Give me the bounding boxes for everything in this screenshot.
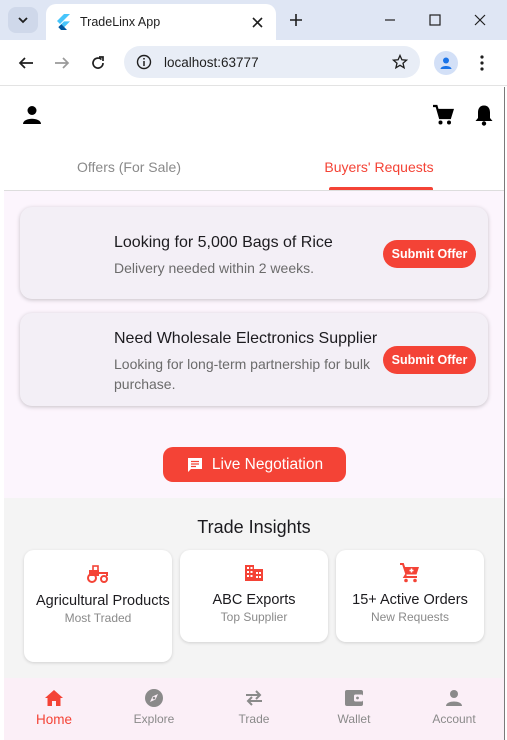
nav-label: Home [35,712,72,727]
section-title: Trade Insights [197,517,311,537]
browser-tab-bar: TradeLinx App [0,0,507,40]
insight-card[interactable]: 15+ Active Orders New Requests [336,550,484,642]
site-info-icon[interactable] [136,54,152,70]
nav-label: Wallet [337,712,371,726]
tab-indicator [329,187,433,190]
tab-buyers-requests[interactable]: Buyers' Requests [254,143,504,191]
cart-icon[interactable] [431,103,455,127]
cart-icon [336,562,484,584]
live-negotiation-label: Live Negotiation [211,455,324,473]
chevron-down-icon [18,17,28,24]
tractor-icon [24,563,172,585]
insight-label: Top Supplier [220,610,288,624]
request-card[interactable]: Need Wholesale Electronics Supplier Look… [20,313,488,406]
nav-label: Account [432,712,476,726]
tab-search-button[interactable] [8,7,38,33]
person-icon [443,687,465,709]
request-card[interactable]: Looking for 5,000 Bags of Rice Delivery … [20,207,488,299]
swap-icon [243,687,265,709]
notifications-bell-icon[interactable] [472,103,496,127]
nav-account[interactable]: Account [404,678,504,740]
submit-offer-button[interactable]: Submit Offer [383,240,476,268]
nav-wallet[interactable]: Wallet [304,678,404,740]
insight-value: ABC Exports [212,592,296,608]
request-subtitle: Looking for long-term partnership for bu… [114,356,371,392]
back-icon[interactable] [16,53,36,73]
close-window-icon[interactable] [470,10,490,30]
forward-icon[interactable] [52,53,72,73]
browser-tab[interactable]: TradeLinx App [46,4,276,40]
insight-card[interactable]: Agricultural Products Most Traded [24,550,172,662]
request-title: Looking for 5,000 Bags of Rice [114,234,333,251]
bookmark-star-icon[interactable] [392,54,408,70]
building-icon [180,562,328,584]
nav-explore[interactable]: Explore [104,678,204,740]
minimize-icon[interactable] [380,10,400,30]
insight-card[interactable]: ABC Exports Top Supplier [180,550,328,642]
compass-icon [143,687,165,709]
reload-icon[interactable] [88,53,108,73]
nav-trade[interactable]: Trade [204,678,304,740]
submit-offer-button[interactable]: Submit Offer [383,346,476,374]
flutter-logo-icon [57,14,70,30]
request-subtitle: Delivery needed within 2 weeks. [114,260,314,276]
nav-label: Trade [238,712,270,726]
insight-label: New Requests [370,610,450,624]
profile-icon[interactable] [20,103,44,127]
category-tabs: Offers (For Sale) Buyers' Requests [4,143,504,191]
url-text: localhost:63777 [164,54,259,70]
insight-label: Most Traded [64,611,132,625]
wallet-icon [343,687,365,709]
bottom-navigation: Home Explore Trade Wallet Account [4,678,504,740]
nav-label: Explore [133,712,175,726]
maximize-icon[interactable] [425,10,445,30]
tab-title: TradeLinx App [80,15,161,29]
new-tab-icon[interactable] [286,10,306,30]
trade-insights-section: Trade Insights Agricultural Products Mos… [4,498,504,678]
home-icon [43,687,65,709]
request-title: Need Wholesale Electronics Supplier [114,330,378,347]
profile-avatar-icon[interactable] [434,51,458,75]
url-field[interactable]: localhost:63777 [124,46,420,78]
live-negotiation-button[interactable]: Live Negotiation [163,447,346,482]
app-viewport: Offers (For Sale) Buyers' Requests Looki… [4,87,504,740]
app-bar [4,87,504,143]
chat-icon [187,457,202,472]
browser-menu-icon[interactable] [472,52,492,74]
close-tab-icon[interactable] [248,13,266,31]
nav-home[interactable]: Home [4,678,104,740]
tab-offers[interactable]: Offers (For Sale) [4,143,254,191]
insight-value: Agricultural Products [36,593,170,609]
address-bar: localhost:63777 [0,40,507,86]
insight-value: 15+ Active Orders [352,592,468,608]
